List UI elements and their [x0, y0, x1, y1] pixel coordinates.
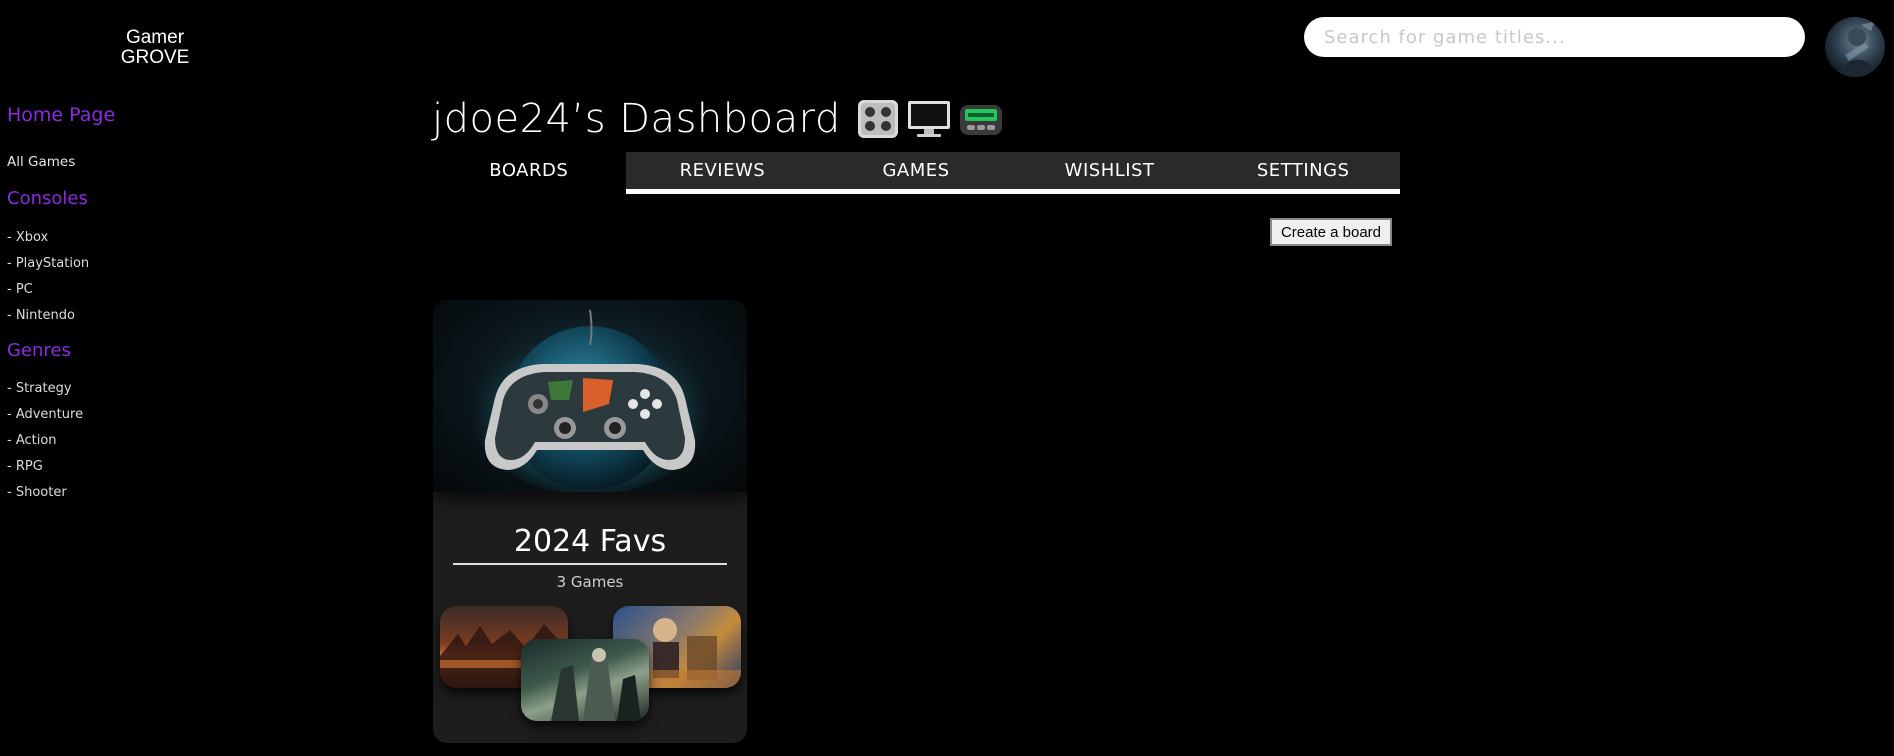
dashboard-tabs: BOARDS REVIEWS GAMES WISHLIST SETTINGS: [432, 152, 1400, 194]
sidebar-genres-heading[interactable]: Genres: [7, 340, 71, 361]
logo-line-2: GROVE: [120, 47, 190, 68]
sidebar-item-nintendo[interactable]: - Nintendo: [7, 308, 75, 323]
pager-icon: [959, 105, 1002, 135]
title-icons: [857, 99, 1003, 139]
gamepad-icon: [857, 100, 898, 138]
board-game-count: 3 Games: [556, 573, 624, 591]
sidebar-item-rpg[interactable]: - RPG: [7, 459, 43, 474]
app-logo[interactable]: Gamer GROVE: [108, 28, 202, 68]
tab-games[interactable]: GAMES: [819, 152, 1013, 194]
tab-wishlist[interactable]: WISHLIST: [1012, 152, 1207, 194]
game-thumbnail: [521, 639, 649, 721]
sidebar-item-action[interactable]: - Action: [7, 433, 57, 448]
page-title: jdoe24’s Dashboard: [432, 96, 1003, 142]
sidebar-home-link[interactable]: Home Page: [7, 104, 115, 126]
tab-reviews[interactable]: REVIEWS: [625, 152, 820, 194]
board-cover-image: [433, 300, 747, 495]
page: Gamer GROVE Home Page All Games Consoles…: [0, 0, 1894, 756]
create-board-button[interactable]: Create a board: [1270, 218, 1392, 246]
sidebar-consoles-heading[interactable]: Consoles: [7, 188, 88, 209]
sidebar-item-shooter[interactable]: - Shooter: [7, 485, 67, 500]
sidebar-item-strategy[interactable]: - Strategy: [7, 381, 72, 396]
monitor-icon: [907, 101, 950, 137]
logo-line-1: Gamer: [125, 27, 185, 48]
sidebar-item-playstation[interactable]: - PlayStation: [7, 256, 89, 271]
board-card[interactable]: 2024 Favs 3 Games: [433, 300, 747, 743]
tab-boards[interactable]: BOARDS: [432, 152, 626, 194]
tab-settings[interactable]: SETTINGS: [1206, 152, 1400, 194]
sidebar-item-adventure[interactable]: - Adventure: [7, 407, 83, 422]
sidebar-item-xbox[interactable]: - Xbox: [7, 230, 48, 245]
avatar-image: [1839, 21, 1875, 77]
fantasy-characters-image: [551, 648, 641, 721]
sidebar-item-pc[interactable]: - PC: [7, 282, 33, 297]
page-title-text: jdoe24’s Dashboard: [432, 96, 841, 142]
search-input[interactable]: [1304, 17, 1805, 57]
controller-globe-image: [470, 309, 710, 495]
board-title: 2024 Favs: [453, 524, 727, 565]
sidebar-all-games-link[interactable]: All Games: [7, 154, 75, 170]
user-avatar-icon[interactable]: [1825, 17, 1885, 77]
